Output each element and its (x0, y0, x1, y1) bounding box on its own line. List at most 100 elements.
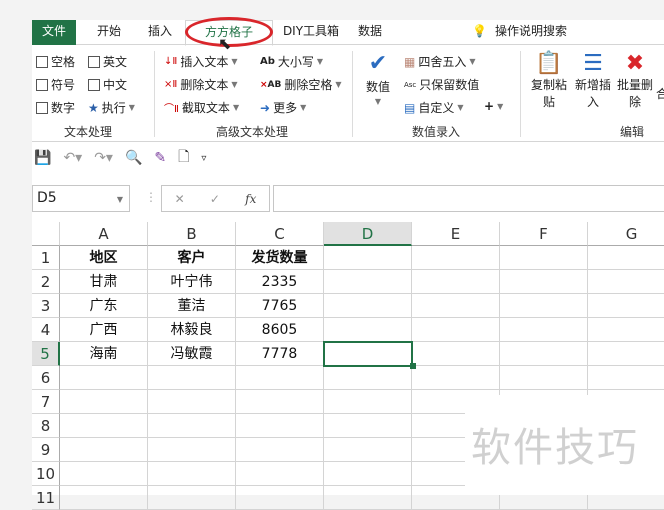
new-insert-button[interactable]: ☰ 新增插入 (572, 51, 614, 110)
cell-D2[interactable] (324, 270, 412, 294)
case-button[interactable]: Ab 大小写 ▼ (260, 53, 323, 70)
insert-text-button[interactable]: ↓Ⅱ 插入文本 ▼ (164, 53, 237, 70)
cell-D6[interactable] (324, 366, 412, 390)
cell-C9[interactable] (236, 438, 324, 462)
delete-text-button[interactable]: ×Ⅱ 删除文本 ▼ (164, 76, 237, 93)
plus-button[interactable]: + ▼ (484, 99, 503, 113)
cell-A10[interactable] (60, 462, 148, 486)
cell-E6[interactable] (412, 366, 500, 390)
column-header-D[interactable]: D (324, 222, 412, 246)
cell-A1[interactable]: 地区 (60, 246, 148, 270)
column-header-B[interactable]: B (148, 222, 236, 246)
cell-D10[interactable] (324, 462, 412, 486)
cell-A3[interactable]: 广东 (60, 294, 148, 318)
row-header-4[interactable]: 4 (32, 318, 60, 342)
cell-C10[interactable] (236, 462, 324, 486)
cell-C11[interactable] (236, 486, 324, 510)
cell-A4[interactable]: 广西 (60, 318, 148, 342)
cell-C2[interactable]: 2335 (236, 270, 324, 294)
checkbox-english[interactable]: 英文 (88, 53, 127, 70)
cell-C7[interactable] (236, 390, 324, 414)
formula-input[interactable] (273, 185, 664, 212)
fill-handle[interactable] (410, 363, 416, 369)
row-header-9[interactable]: 9 (32, 438, 60, 462)
cell-B2[interactable]: 叶宁伟 (148, 270, 236, 294)
cell-F3[interactable] (500, 294, 588, 318)
print-preview-icon[interactable]: 🔍 (125, 150, 142, 166)
cancel-icon[interactable]: ✕ (175, 192, 185, 206)
column-header-E[interactable]: E (412, 222, 500, 246)
cell-A2[interactable]: 甘肃 (60, 270, 148, 294)
cell-D1[interactable] (324, 246, 412, 270)
cell-F2[interactable] (500, 270, 588, 294)
cell-A9[interactable] (60, 438, 148, 462)
cell-B5[interactable]: 冯敏霞 (148, 342, 236, 366)
new-file-icon[interactable]: 🗋 (178, 146, 189, 170)
enter-icon[interactable]: ✓ (210, 192, 220, 206)
cell-F4[interactable] (500, 318, 588, 342)
custom-button[interactable]: ▤ 自定义 ▼ (404, 99, 464, 116)
cell-E2[interactable] (412, 270, 500, 294)
cell-D11[interactable] (324, 486, 412, 510)
cell-E3[interactable] (412, 294, 500, 318)
cell-F1[interactable] (500, 246, 588, 270)
undo-icon[interactable]: ↶▾ (63, 150, 82, 166)
column-header-C[interactable]: C (236, 222, 324, 246)
row-header-7[interactable]: 7 (32, 390, 60, 414)
row-header-10[interactable]: 10 (32, 462, 60, 486)
cell-B3[interactable]: 董洁 (148, 294, 236, 318)
cell-A8[interactable] (60, 414, 148, 438)
tab-diy[interactable]: DIY工具箱 (276, 20, 346, 45)
row-header-8[interactable]: 8 (32, 414, 60, 438)
checkbox-chinese[interactable]: 中文 (88, 76, 127, 93)
save-edit-icon[interactable]: ✎ (154, 150, 166, 166)
cell-D9[interactable] (324, 438, 412, 462)
checkbox-space[interactable]: 空格 (36, 53, 75, 70)
row-header-6[interactable]: 6 (32, 366, 60, 390)
batch-delete-button[interactable]: ✖ 批量删除 (614, 51, 656, 110)
extract-text-button[interactable]: ⌒Ⅱ 截取文本 ▼ (164, 99, 239, 116)
row-header-2[interactable]: 2 (32, 270, 60, 294)
row-header-3[interactable]: 3 (32, 294, 60, 318)
selected-cell-D5[interactable] (323, 341, 413, 367)
cell-A6[interactable] (60, 366, 148, 390)
cell-B1[interactable]: 客户 (148, 246, 236, 270)
save-icon[interactable]: 💾 (34, 150, 51, 166)
cell-C1[interactable]: 发货数量 (236, 246, 324, 270)
cell-G5[interactable] (588, 342, 664, 366)
tab-data[interactable]: 数据 (350, 20, 390, 45)
cell-D3[interactable] (324, 294, 412, 318)
column-header-F[interactable]: F (500, 222, 588, 246)
tell-me-search[interactable]: 💡 操作说明搜索 (472, 20, 592, 45)
cell-C4[interactable]: 8605 (236, 318, 324, 342)
cell-C8[interactable] (236, 414, 324, 438)
copy-paste-button[interactable]: 📋 复制粘贴 (528, 51, 570, 110)
splitter-icon[interactable]: ⋮ (145, 190, 157, 204)
cell-F6[interactable] (500, 366, 588, 390)
select-all-corner[interactable] (32, 222, 60, 246)
cell-B4[interactable]: 林毅良 (148, 318, 236, 342)
cell-G4[interactable] (588, 318, 664, 342)
round-button[interactable]: ▦ 四舍五入 ▼ (404, 53, 476, 70)
name-box[interactable]: D5 ▼ (32, 185, 130, 212)
cell-B8[interactable] (148, 414, 236, 438)
cell-A7[interactable] (60, 390, 148, 414)
fx-icon[interactable]: fx (245, 192, 256, 206)
delete-space-button[interactable]: ×AB 删除空格 ▼ (260, 76, 342, 93)
execute-button[interactable]: ★ 执行 ▼ (88, 99, 135, 116)
cell-G1[interactable] (588, 246, 664, 270)
merge-button[interactable]: 合 (656, 85, 664, 102)
column-header-A[interactable]: A (60, 222, 148, 246)
more-button[interactable]: ➜ 更多 ▼ (260, 99, 306, 116)
cell-E5[interactable] (412, 342, 500, 366)
customize-toolbar-icon[interactable]: ▿ (201, 153, 206, 164)
checkbox-number[interactable]: 数字 (36, 99, 75, 116)
cell-D8[interactable] (324, 414, 412, 438)
keep-number-button[interactable]: Asc 只保留数值 (404, 76, 479, 93)
tab-insert[interactable]: 插入 (138, 20, 182, 45)
row-header-1[interactable]: 1 (32, 246, 60, 270)
cell-F5[interactable] (500, 342, 588, 366)
cell-G3[interactable] (588, 294, 664, 318)
cell-E4[interactable] (412, 318, 500, 342)
cell-G6[interactable] (588, 366, 664, 390)
